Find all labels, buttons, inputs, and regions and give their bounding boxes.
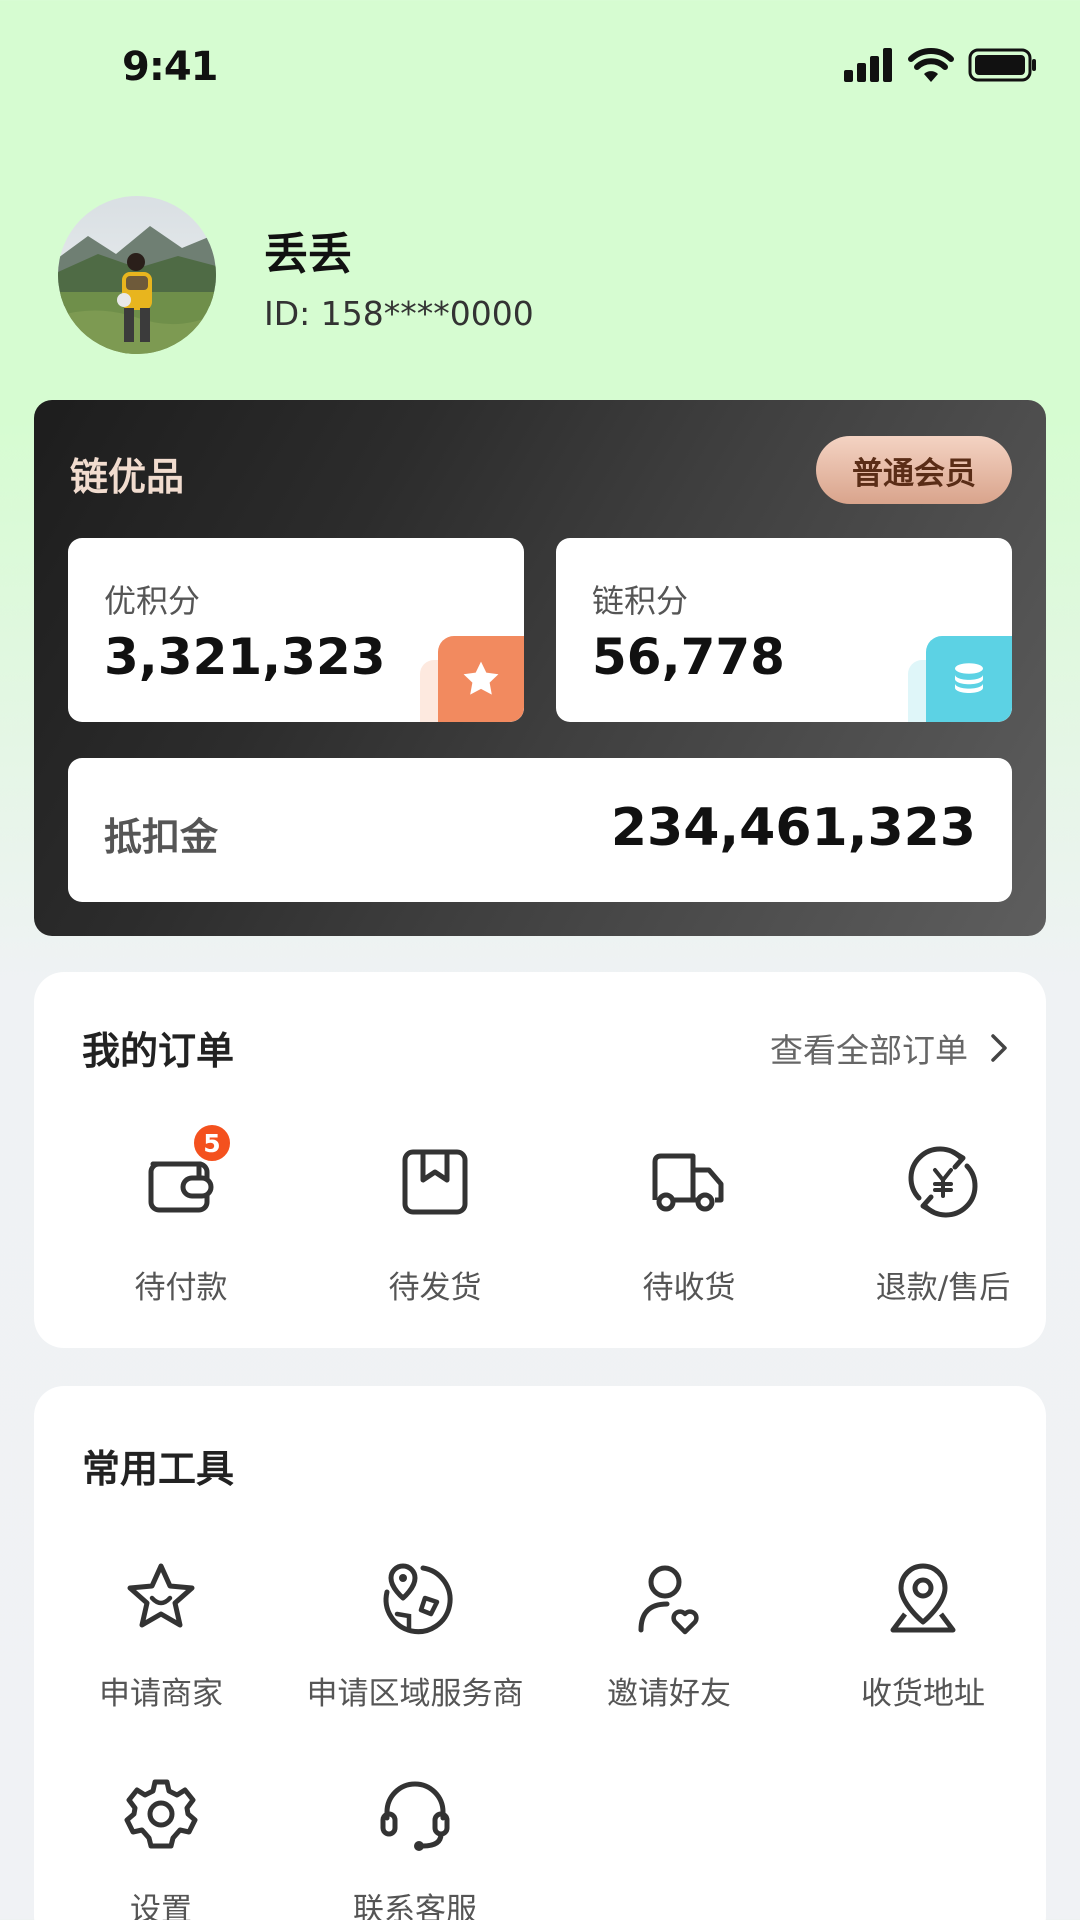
orders-panel: 我的订单 查看全部订单 5 待付款 待发货 待收货 退款/售后 bbox=[34, 972, 1046, 1348]
globe-pin-icon bbox=[383, 1563, 453, 1635]
order-count-badge: 5 bbox=[191, 1122, 233, 1164]
order-pending-receipt[interactable]: 待收货 bbox=[562, 1142, 816, 1307]
wifi-icon bbox=[908, 48, 954, 82]
tool-label: 邀请好友 bbox=[607, 1676, 731, 1712]
order-label: 待收货 bbox=[642, 1270, 736, 1306]
location-pin-icon bbox=[890, 1563, 956, 1633]
tools-title: 常用工具 bbox=[82, 1447, 235, 1491]
order-label: 退款/售后 bbox=[875, 1270, 1011, 1306]
points-value: 3,321,323 bbox=[104, 628, 386, 686]
tool-customer-service[interactable]: 联系客服 bbox=[288, 1774, 542, 1920]
package-icon bbox=[395, 1142, 475, 1222]
tool-label: 收货地址 bbox=[861, 1676, 985, 1712]
points-label: 优积分 bbox=[104, 582, 201, 620]
signal-icon bbox=[844, 48, 892, 82]
avatar[interactable] bbox=[58, 196, 216, 354]
tool-label: 申请区域服务商 bbox=[306, 1676, 524, 1712]
order-pending-shipment[interactable]: 待发货 bbox=[308, 1142, 562, 1307]
headset-icon bbox=[380, 1781, 450, 1851]
gear-icon bbox=[124, 1779, 198, 1849]
tool-label: 设置 bbox=[130, 1892, 192, 1920]
deduction-card[interactable]: 抵扣金 234,461,323 bbox=[68, 758, 1012, 902]
user-name: 丢丢 bbox=[264, 228, 352, 280]
member-level-badge[interactable]: 普通会员 bbox=[816, 436, 1012, 504]
profile-header[interactable]: 丢丢 ID: 158****0000 bbox=[58, 196, 534, 354]
points-value: 56,778 bbox=[592, 628, 785, 686]
tool-apply-regional-provider[interactable]: 申请区域服务商 bbox=[288, 1558, 542, 1713]
order-label: 待付款 bbox=[134, 1270, 228, 1306]
points-card-lian[interactable]: 链积分 56,778 bbox=[556, 538, 1012, 722]
truck-icon bbox=[649, 1142, 729, 1222]
star-icon bbox=[438, 636, 524, 722]
order-label: 待发货 bbox=[388, 1270, 482, 1306]
user-heart-icon bbox=[638, 1565, 699, 1635]
member-card: 链优品 普通会员 优积分 3,321,323 链积分 56,778 抵扣金 23… bbox=[34, 400, 1046, 936]
order-refund-aftersales[interactable]: 退款/售后 bbox=[816, 1142, 1070, 1307]
user-id: ID: 158****0000 bbox=[264, 293, 534, 333]
view-all-label: 查看全部订单 bbox=[770, 1031, 968, 1070]
deduction-label: 抵扣金 bbox=[104, 815, 219, 859]
order-pending-payment[interactable]: 5 待付款 bbox=[54, 1122, 308, 1307]
status-bar: 9:41 bbox=[0, 0, 1080, 140]
tool-label: 联系客服 bbox=[353, 1892, 477, 1920]
star-smile-icon bbox=[127, 1563, 195, 1628]
refund-icon bbox=[903, 1142, 983, 1222]
status-time: 9:41 bbox=[122, 44, 218, 90]
brand-name: 链优品 bbox=[70, 455, 185, 499]
points-label: 链积分 bbox=[592, 582, 689, 620]
status-icons bbox=[844, 48, 1038, 82]
tool-invite-friends[interactable]: 邀请好友 bbox=[542, 1558, 796, 1713]
tool-label: 申请商家 bbox=[99, 1676, 223, 1712]
tool-shipping-address[interactable]: 收货地址 bbox=[796, 1558, 1050, 1713]
orders-title: 我的订单 bbox=[82, 1029, 235, 1073]
view-all-orders-link[interactable]: 查看全部订单 bbox=[770, 1024, 1008, 1072]
wallet-icon: 5 bbox=[141, 1122, 233, 1222]
tools-panel: 常用工具 申请商家 申请区域服务商 邀请好友 收货地址 设置 联系客服 bbox=[34, 1386, 1046, 1920]
battery-icon bbox=[968, 48, 1036, 82]
tool-settings[interactable]: 设置 bbox=[34, 1774, 288, 1920]
coin-stack-icon bbox=[926, 636, 1012, 722]
tool-apply-merchant[interactable]: 申请商家 bbox=[34, 1558, 288, 1713]
points-card-you[interactable]: 优积分 3,321,323 bbox=[68, 538, 524, 722]
deduction-value: 234,461,323 bbox=[610, 798, 976, 858]
chevron-right-icon bbox=[991, 1034, 1007, 1062]
